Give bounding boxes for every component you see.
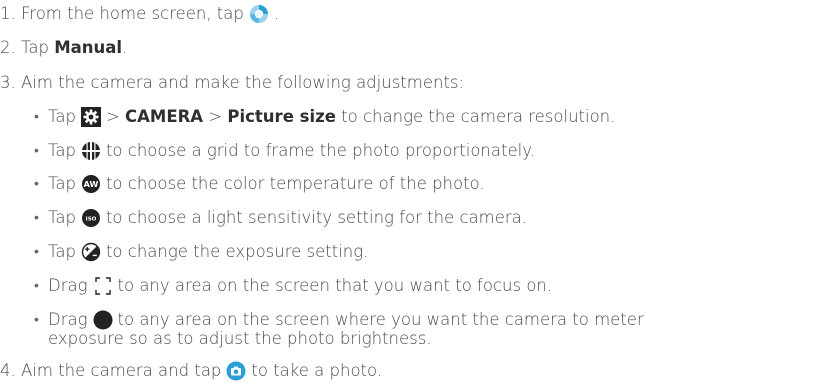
white-balance-icon-text: AW	[84, 180, 99, 189]
step-text: Aim the camera and tap	[21, 361, 222, 380]
step-1: 1. From the home screen, tap .	[0, 4, 279, 24]
step-number: 3.	[0, 73, 16, 92]
bullet-text: Tap	[48, 141, 76, 160]
white-balance-icon: AW	[81, 174, 101, 194]
bullet-text-end: to any area on the screen where you want…	[117, 310, 644, 329]
bullet-dot: •	[34, 312, 39, 328]
step-number: 1.	[0, 4, 16, 23]
focus-frame-icon	[93, 276, 113, 296]
bullet-metering: • Drag to any area on the screen where yo…	[34, 310, 644, 330]
bullet-grid: • Tap to choose a grid to frame the photo…	[34, 141, 535, 161]
bullet-text: Tap	[48, 107, 76, 126]
camera-app-icon	[249, 4, 269, 24]
manual-label: Manual	[54, 38, 123, 57]
bullet-text-end: to any area on the screen that you want …	[117, 276, 553, 295]
grid-icon	[81, 141, 101, 161]
metering-circle-icon	[93, 310, 113, 330]
picture-size-label: Picture size	[227, 107, 336, 126]
iso-icon: ISO	[81, 208, 101, 228]
bullet-settings: • Tap > CAMERA > Picture size to change t…	[34, 107, 615, 127]
bullet-metering-continued: exposure so as to adjust the photo brigh…	[48, 329, 432, 349]
bullet-text-end: to choose the color temperature of the p…	[105, 174, 485, 193]
bullet-text-end: to choose a grid to frame the photo prop…	[105, 141, 535, 160]
step-number: 2.	[0, 38, 16, 57]
settings-gear-icon	[80, 107, 101, 127]
bullet-text: Drag	[48, 310, 88, 329]
step-2: 2. Tap Manual.	[0, 38, 127, 58]
bullet-text-end: to change the camera resolution.	[341, 107, 616, 126]
bullet-iso: • Tap ISO to choose a light sensitivity s…	[34, 208, 527, 228]
bullet-dot: •	[34, 143, 39, 159]
separator: >	[105, 107, 120, 126]
exposure-icon	[81, 242, 101, 262]
step-text-end: to take a photo.	[251, 361, 383, 380]
bullet-text: Drag	[48, 276, 88, 295]
step-3: 3. Aim the camera and make the following…	[0, 73, 464, 93]
bullet-dot: •	[34, 278, 39, 294]
step-text-end: .	[273, 4, 280, 23]
bullet-dot: •	[34, 176, 39, 192]
bullet-dot: •	[34, 244, 39, 260]
shutter-icon	[226, 361, 246, 381]
bullet-white-balance: • Tap AW to choose the color temperature …	[34, 174, 485, 194]
step-text-end: .	[122, 38, 128, 57]
step-4: 4. Aim the camera and tap to take a phot…	[0, 361, 382, 381]
bullet-focus: • Drag to any area on the screen that you…	[34, 276, 552, 296]
step-text: Tap	[21, 38, 49, 57]
separator: >	[208, 107, 223, 126]
bullet-exposure: • Tap to change the exposure setting.	[34, 242, 368, 262]
iso-icon-text: ISO	[86, 216, 97, 222]
bullet-text: Tap	[48, 242, 76, 261]
step-number: 4.	[0, 361, 16, 380]
bullet-dot: •	[34, 109, 39, 125]
step-text: Aim the camera and make the following ad…	[21, 73, 465, 92]
bullet-text: Tap	[48, 174, 76, 193]
step-text: From the home screen, tap	[21, 4, 244, 23]
bullet-text-end: to change the exposure setting.	[105, 242, 369, 261]
bullet-text: Tap	[48, 208, 76, 227]
camera-label: CAMERA	[125, 107, 204, 126]
bullet-text-continued: exposure so as to adjust the photo brigh…	[48, 329, 432, 348]
bullet-dot: •	[34, 210, 39, 226]
bullet-text-end: to choose a light sensitivity setting fo…	[105, 208, 528, 227]
